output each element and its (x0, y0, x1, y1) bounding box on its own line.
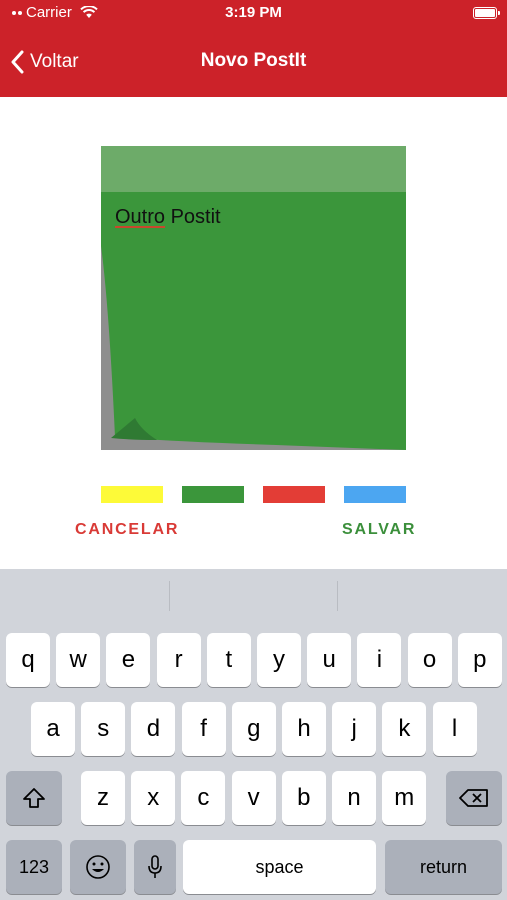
key-v[interactable]: v (231, 771, 276, 825)
key-g[interactable]: g (231, 702, 276, 756)
key-x[interactable]: x (131, 771, 176, 825)
key-t[interactable]: t (206, 633, 251, 687)
swatch-green[interactable] (182, 486, 244, 503)
postit-preview: Outro Postit (101, 146, 406, 450)
emoji-icon (86, 855, 110, 879)
postit-text-misspelled: Outro (115, 206, 166, 228)
battery-icon (473, 7, 500, 19)
key-n[interactable]: n (332, 771, 376, 825)
emoji-key[interactable] (70, 840, 126, 894)
microphone-icon (148, 855, 162, 878)
suggestion-divider (337, 581, 338, 611)
key-f[interactable]: f (181, 702, 226, 756)
space-key[interactable]: space (183, 840, 376, 894)
key-k[interactable]: k (382, 702, 427, 756)
color-picker (101, 486, 406, 503)
swatch-blue[interactable] (344, 486, 406, 503)
suggestion-divider (169, 581, 170, 611)
key-s[interactable]: s (81, 702, 126, 756)
key-d[interactable]: d (131, 702, 176, 756)
postit-text[interactable]: Outro Postit (115, 206, 221, 229)
key-r[interactable]: r (156, 633, 201, 687)
dictation-key[interactable] (134, 840, 176, 894)
key-z[interactable]: z (81, 771, 125, 825)
key-y[interactable]: y (257, 633, 301, 687)
swatch-red[interactable] (263, 486, 325, 503)
backspace-key[interactable] (446, 771, 502, 825)
numbers-key[interactable]: 123 (6, 840, 62, 894)
cancel-button[interactable]: CANCELAR (75, 521, 179, 539)
key-i[interactable]: i (357, 633, 402, 687)
postit-text-rest: Postit (165, 206, 221, 228)
shift-key[interactable] (6, 771, 62, 825)
navigation-bar: Voltar Novo PostIt (0, 28, 507, 97)
keyboard: q w e r t y u i o p a s d f g h j k l z x c v b n m 123 space return (0, 569, 507, 900)
key-u[interactable]: u (307, 633, 352, 687)
key-p[interactable]: p (457, 633, 502, 687)
swatch-yellow[interactable] (101, 486, 163, 503)
status-bar: Carrier 3:19 PM (0, 0, 507, 28)
shift-icon (23, 788, 45, 808)
key-m[interactable]: m (382, 771, 427, 825)
key-q[interactable]: q (6, 633, 50, 687)
key-h[interactable]: h (282, 702, 326, 756)
key-a[interactable]: a (31, 702, 75, 756)
key-e[interactable]: e (106, 633, 151, 687)
status-time: 3:19 PM (225, 4, 282, 21)
page-title: Novo PostIt (200, 50, 307, 71)
return-key[interactable]: return (385, 840, 502, 894)
key-c[interactable]: c (181, 771, 226, 825)
key-o[interactable]: o (407, 633, 452, 687)
suggestion-bar (0, 569, 507, 621)
key-j[interactable]: j (332, 702, 377, 756)
key-b[interactable]: b (281, 771, 326, 825)
key-w[interactable]: w (56, 633, 101, 687)
postit-header (101, 146, 406, 192)
backspace-icon (459, 789, 488, 807)
key-l[interactable]: l (432, 702, 477, 756)
save-button[interactable]: SALVAR (342, 521, 416, 539)
